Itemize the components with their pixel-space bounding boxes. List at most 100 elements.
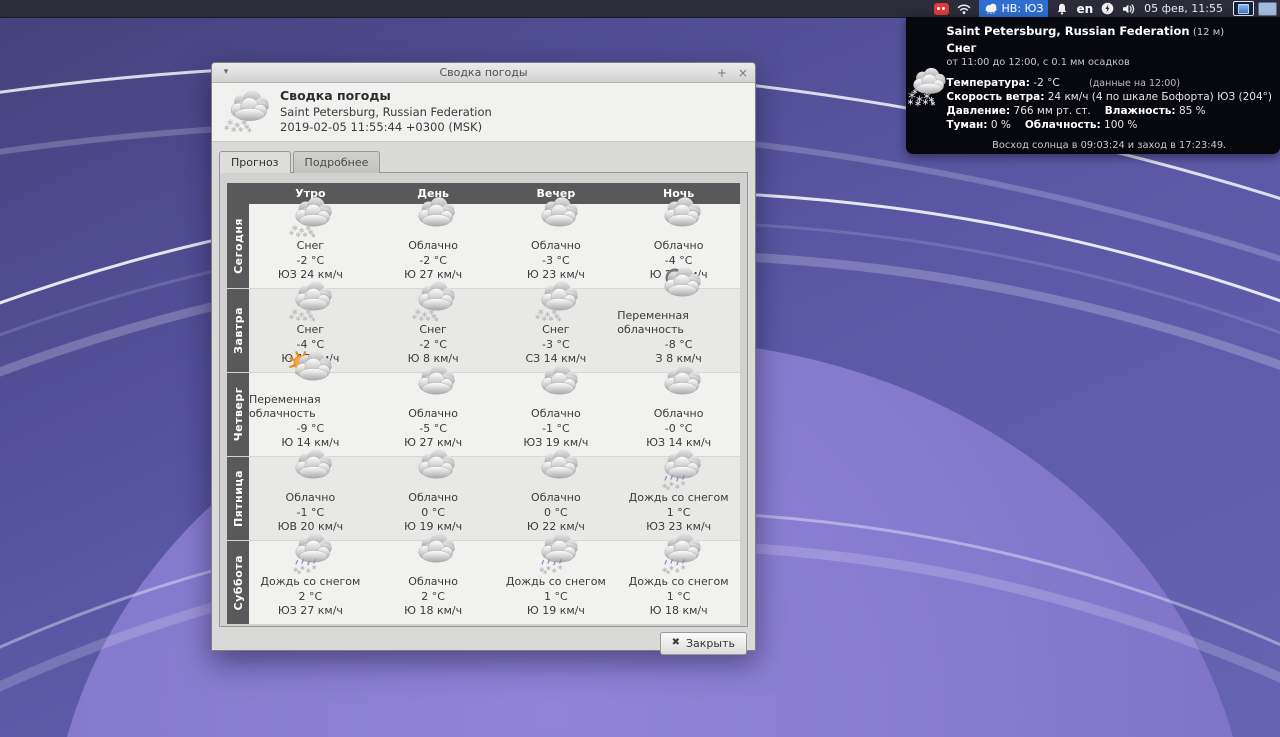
notification-badge-icon[interactable] <box>934 3 949 15</box>
weather-tooltip-popup: Saint Petersburg, Russian Federation (12… <box>906 17 1280 154</box>
popup-altitude: (12 м) <box>1193 27 1224 38</box>
forecast-row: Суббота Дождь со снегом 2 °C ЮЗ 27 км/ч … <box>227 540 740 624</box>
day-label: Четверг <box>227 373 249 456</box>
forecast-cell: Дождь со снегом 2 °C ЮЗ 27 км/ч <box>249 541 372 624</box>
detail-value: -2 °C <box>1033 77 1059 89</box>
temperature-label: 1 °C <box>544 590 568 605</box>
weather-icon-snow <box>281 280 339 322</box>
weather-icon-cloudy <box>404 448 462 490</box>
weather-icon-rain-snow <box>650 448 708 490</box>
weather-icon-cloudy <box>404 196 462 238</box>
maximize-button[interactable]: + <box>717 67 727 79</box>
forecast-cell: Дождь со снегом 1 °C ЮЗ 23 км/ч <box>617 457 740 540</box>
forecast-cell: Облачно 0 °C Ю 22 км/ч <box>495 457 618 540</box>
close-button-icon: ✖ <box>672 638 680 648</box>
condition-label: Облачно <box>531 239 581 254</box>
wind-label: ЮЗ 27 км/ч <box>278 604 343 619</box>
close-button-label: Закрыть <box>686 637 735 650</box>
forecast-row: Четверг Переменная облачность -9 °C Ю 14… <box>227 372 740 456</box>
volume-icon[interactable] <box>1122 3 1136 15</box>
workspace-switcher[interactable] <box>1233 1 1277 16</box>
detail-value: 85 % <box>1179 105 1206 117</box>
tab-bar: Прогноз Подробнее <box>219 151 748 173</box>
close-window-button[interactable]: × <box>738 67 748 79</box>
day-label: Суббота <box>227 541 249 624</box>
condition-label: Облачно <box>654 239 704 254</box>
detail-label: Туман: <box>946 119 987 131</box>
temperature-label: -3 °C <box>542 254 570 269</box>
popup-condition: Снег <box>946 41 1272 56</box>
workspace-1-active[interactable] <box>1233 1 1254 16</box>
forecast-pane: УтроДеньВечерНочь Сегодня Снег -2 °C ЮЗ … <box>219 172 748 627</box>
condition-label: Облачно <box>531 407 581 422</box>
temperature-label: 1 °C <box>667 590 691 605</box>
tab-forecast[interactable]: Прогноз <box>219 151 291 173</box>
temperature-label: -8 °C <box>665 338 693 353</box>
temperature-label: 2 °C <box>299 590 323 605</box>
detail-value: 766 мм рт. ст. <box>1014 105 1091 117</box>
forecast-row: Пятница Облачно -1 °C ЮВ 20 км/ч Облачно… <box>227 456 740 540</box>
condition-label: Переменная облачность <box>617 309 740 338</box>
header-title: Сводка погоды <box>280 88 492 103</box>
weather-icon-rain-snow <box>527 532 585 574</box>
condition-label: Облачно <box>408 407 458 422</box>
top-panel: НВ: ЮЗ en 05 фев, 11:55 <box>0 0 1280 18</box>
weather-icon-snow-large <box>906 17 946 154</box>
weather-detail-line: Туман: 0 %Облачность: 100 % <box>946 119 1272 133</box>
condition-label: Облачно <box>408 491 458 506</box>
temperature-label: 0 °C <box>544 506 568 521</box>
detail-label: Давление: <box>946 105 1010 117</box>
condition-label: Снег <box>297 323 324 338</box>
window-title: Сводка погоды <box>212 66 755 79</box>
forecast-cell: Облачно -5 °C Ю 27 км/ч <box>372 373 495 456</box>
temperature-label: -1 °C <box>297 506 325 521</box>
header-text: Сводка погоды Saint Petersburg, Russian … <box>280 88 492 135</box>
popup-sunrise-sunset: Восход солнца в 09:03:24 и заход в 17:23… <box>946 140 1272 153</box>
weather-icon-cloudy <box>527 364 585 406</box>
forecast-cell: Переменная облачность -9 °C Ю 14 км/ч <box>249 373 372 456</box>
wind-label: Ю 18 км/ч <box>650 604 708 619</box>
weather-icon-rain-snow <box>650 532 708 574</box>
weather-icon-sun-cloud <box>281 350 339 392</box>
temperature-label: -5 °C <box>419 422 447 437</box>
condition-label: Переменная облачность <box>249 393 372 422</box>
day-label: Завтра <box>227 289 249 372</box>
detail-label: Температура: <box>946 77 1030 89</box>
condition-label: Дождь со снегом <box>629 575 729 590</box>
weather-indicator-icon <box>984 3 998 14</box>
header-location: Saint Petersburg, Russian Federation <box>280 105 492 120</box>
forecast-cell: Облачно -1 °C ЮВ 20 км/ч <box>249 457 372 540</box>
temperature-label: -2 °C <box>419 338 447 353</box>
popup-body: Saint Petersburg, Russian Federation (12… <box>946 17 1280 154</box>
weather-panel-plugin[interactable]: НВ: ЮЗ <box>979 0 1049 17</box>
workspace-2[interactable] <box>1258 2 1277 16</box>
temperature-label: -9 °C <box>297 422 325 437</box>
weather-indicator-label: НВ: ЮЗ <box>1002 3 1044 14</box>
forecast-cell: Снег -3 °C СЗ 14 км/ч <box>495 289 618 372</box>
forecast-corner-cell <box>227 183 249 204</box>
bell-icon[interactable] <box>1056 3 1068 15</box>
window-titlebar[interactable]: ▾ Сводка погоды + × <box>212 63 755 83</box>
condition-label: Облачно <box>654 407 704 422</box>
tab-details[interactable]: Подробнее <box>293 151 381 173</box>
keyboard-layout-indicator[interactable]: en <box>1076 3 1093 15</box>
condition-label: Снег <box>419 323 446 338</box>
close-button[interactable]: ✖ Закрыть <box>660 632 747 655</box>
wifi-icon[interactable] <box>957 3 971 15</box>
clock[interactable]: 05 фев, 11:55 <box>1144 3 1223 14</box>
wind-label: Ю 18 км/ч <box>404 604 462 619</box>
detail-label: Облачность: <box>1025 119 1101 131</box>
temperature-label: 1 °C <box>667 506 691 521</box>
condition-label: Облачно <box>408 239 458 254</box>
weather-icon-cloudy <box>404 532 462 574</box>
weather-icon-cloudy <box>281 448 339 490</box>
temperature-label: -1 °C <box>542 422 570 437</box>
weather-icon-cloudy <box>404 364 462 406</box>
condition-label: Облачно <box>286 491 336 506</box>
window-button-bar: ✖ Закрыть <box>212 627 755 660</box>
header-timestamp: 2019-02-05 11:55:44 +0300 (MSK) <box>280 120 492 135</box>
temperature-label: -3 °C <box>542 338 570 353</box>
weather-icon-cloudy <box>527 448 585 490</box>
power-manager-icon[interactable] <box>1101 2 1114 15</box>
weather-detail-line: Скорость ветра: 24 км/ч (4 по шкале Бофо… <box>946 91 1272 105</box>
